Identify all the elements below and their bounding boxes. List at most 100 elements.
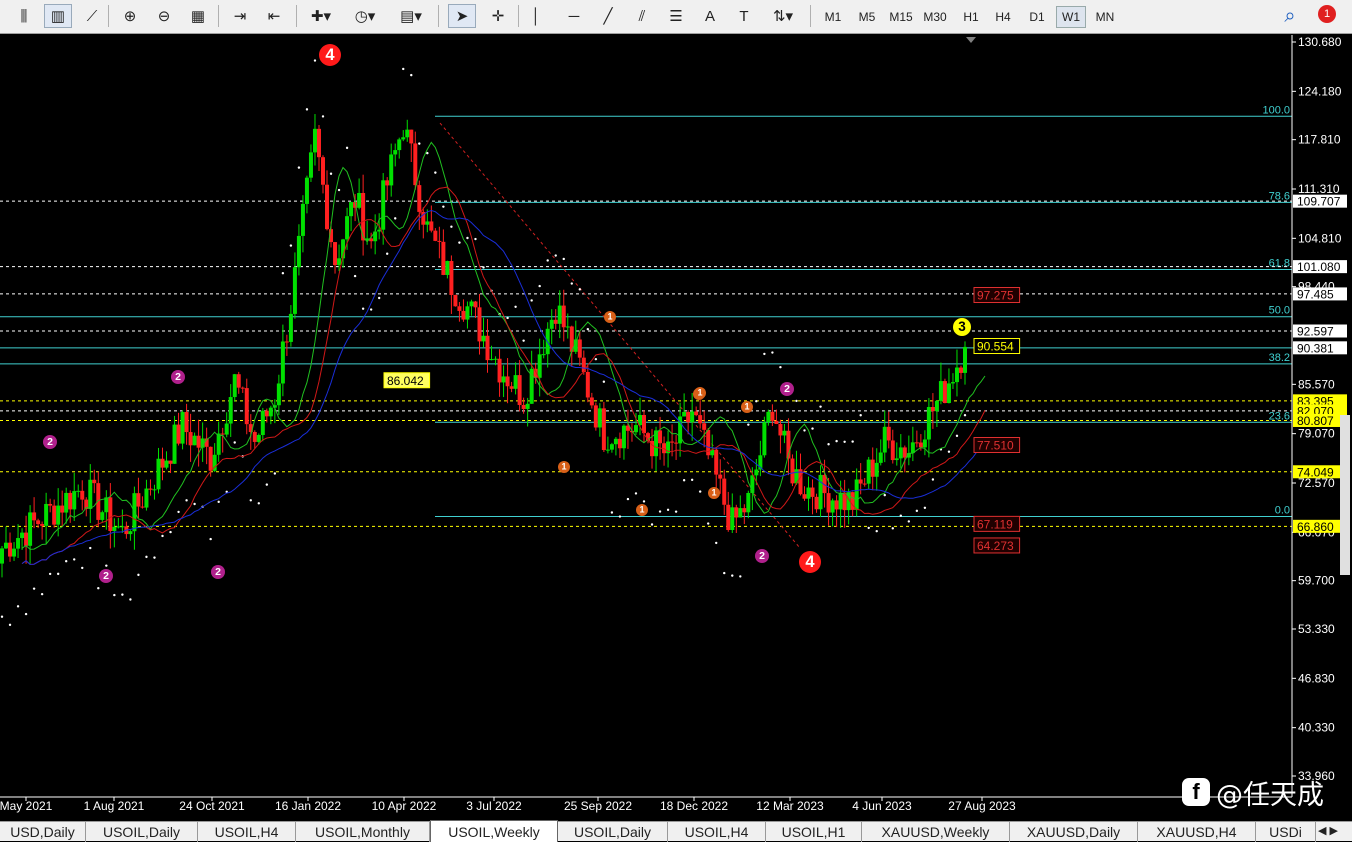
candle-body (818, 474, 823, 510)
chart-tab[interactable]: USOIL,Weekly (430, 820, 558, 842)
candle-body (601, 408, 606, 451)
trendline-icon[interactable]: ╱ (594, 4, 622, 28)
wave-label: 1 (639, 505, 644, 515)
chart-tab[interactable]: USD,Daily (0, 822, 86, 842)
tile-windows-icon[interactable]: ▦ (184, 4, 212, 28)
chart-tab[interactable]: USOIL,H4 (668, 822, 766, 842)
timeframe-w1-button[interactable]: W1 (1056, 6, 1086, 28)
sar-dot (723, 571, 726, 575)
candle-body (621, 425, 626, 449)
sar-dot (353, 274, 357, 278)
sar-dot (474, 237, 477, 241)
candlestick-chart-icon[interactable]: ▥ (44, 4, 72, 28)
candle-body (228, 397, 233, 424)
candle-body (521, 404, 526, 409)
chart-tab[interactable]: USOIL,H4 (198, 822, 296, 842)
candle-body (28, 512, 33, 546)
equidistant-channel-icon[interactable]: ⫽ (628, 4, 656, 28)
candle-body (878, 452, 883, 463)
zoom-in-icon[interactable]: ⊕ (116, 4, 144, 28)
sar-dot (410, 73, 413, 77)
arrows-icon[interactable]: ⇅▾ (764, 4, 802, 28)
candle-body (698, 415, 703, 424)
time-tick-label: 10 Apr 2022 (372, 799, 437, 813)
text-icon[interactable]: A (696, 4, 724, 28)
notification-icon[interactable]: 1 (1312, 4, 1342, 28)
timeframe-m15-button[interactable]: M15 (886, 6, 916, 28)
line-chart-icon[interactable]: ⟋ (78, 4, 106, 28)
candle-body (60, 505, 65, 513)
candle-body (934, 400, 939, 412)
sar-dot (530, 299, 533, 302)
timeframe-h1-button[interactable]: H1 (956, 6, 986, 28)
bar-chart-icon[interactable]: ⫼ (10, 4, 38, 28)
timeframe-mn-button[interactable]: MN (1090, 6, 1120, 28)
vertical-scrollbar[interactable] (1340, 415, 1350, 575)
price-box-label: 74.049 (1297, 465, 1334, 479)
sar-dot (795, 399, 798, 403)
candle-body (565, 326, 570, 328)
candle-body (718, 474, 723, 479)
candle-body (345, 216, 350, 240)
candle-body (92, 479, 97, 484)
indicators-icon[interactable]: ✚▾ (302, 4, 340, 28)
scroll-end-icon[interactable]: ⇥ (226, 4, 254, 28)
candle-body (730, 507, 735, 530)
sar-dot (361, 307, 365, 310)
tab-scroll-arrows[interactable]: ◀ ▶ (1318, 824, 1338, 837)
zoom-out-icon[interactable]: ⊖ (150, 4, 178, 28)
price-tick-label: 53.330 (1298, 622, 1335, 636)
wave-label: 2 (759, 550, 765, 562)
candle-body (766, 411, 771, 423)
candle-body (76, 490, 81, 492)
candle-body (140, 506, 145, 508)
vertical-line-icon[interactable]: │ (526, 4, 546, 28)
templates-icon[interactable]: ▤▾ (392, 4, 430, 28)
candle-body (814, 496, 819, 510)
candle-body (172, 424, 177, 464)
chart-shift-icon[interactable]: ⇤ (260, 4, 288, 28)
horizontal-line-icon[interactable]: ─ (560, 4, 588, 28)
chart-tab[interactable]: USOIL,H1 (766, 822, 862, 842)
sar-dot (345, 146, 349, 150)
candle-body (48, 503, 53, 506)
fibonacci-icon[interactable]: ☰ (662, 4, 690, 28)
search-icon[interactable]: ⌕ (1278, 4, 1302, 28)
timeframe-d1-button[interactable]: D1 (1022, 6, 1052, 28)
candle-body (184, 412, 189, 433)
sar-dot (32, 587, 36, 590)
equidistant-channel-icon-glyph: ⫽ (638, 7, 646, 25)
candle-body (284, 341, 289, 343)
candle-body (778, 423, 783, 436)
candle-body (393, 150, 398, 155)
chart-tab[interactable]: USDi (1256, 822, 1316, 842)
chart-tab[interactable]: XAUUSD,Daily (1010, 822, 1138, 842)
chart-tab[interactable]: USOIL,Daily (86, 822, 198, 842)
timeframe-m30-button[interactable]: M30 (920, 6, 950, 28)
candle-body (882, 426, 887, 453)
candle-body (918, 442, 923, 448)
chart-tab[interactable]: USOIL,Monthly (296, 822, 430, 842)
crosshair-icon[interactable]: ✛ (484, 4, 512, 28)
sar-dot (867, 526, 870, 530)
candle-body (473, 301, 478, 308)
sar-dot (819, 405, 822, 408)
candle-body (296, 235, 301, 268)
time-tick-label: 16 Jan 2022 (275, 799, 341, 813)
text-label-icon[interactable]: T (730, 4, 758, 28)
timeframe-m5-button[interactable]: M5 (852, 6, 882, 28)
periods-icon[interactable]: ◷▾ (346, 4, 384, 28)
timeframe-m1-button[interactable]: M1 (818, 6, 848, 28)
time-tick-label: 24 Oct 2021 (179, 799, 245, 813)
cursor-icon[interactable]: ➤ (448, 4, 476, 28)
chart-tab[interactable]: XAUUSD,H4 (1138, 822, 1256, 842)
candle-body (304, 177, 309, 204)
price-chart[interactable]: 100.078.661.850.038.223.60.0 90.55486.04… (0, 35, 1352, 821)
candle-body (633, 425, 638, 433)
sar-dot (875, 529, 878, 533)
timeframe-h4-button[interactable]: H4 (988, 6, 1018, 28)
chart-tab[interactable]: USOIL,Daily (558, 822, 668, 842)
chart-tab[interactable]: XAUUSD,Weekly (862, 822, 1010, 842)
sar-dot (947, 450, 951, 453)
candle-body (958, 367, 963, 373)
